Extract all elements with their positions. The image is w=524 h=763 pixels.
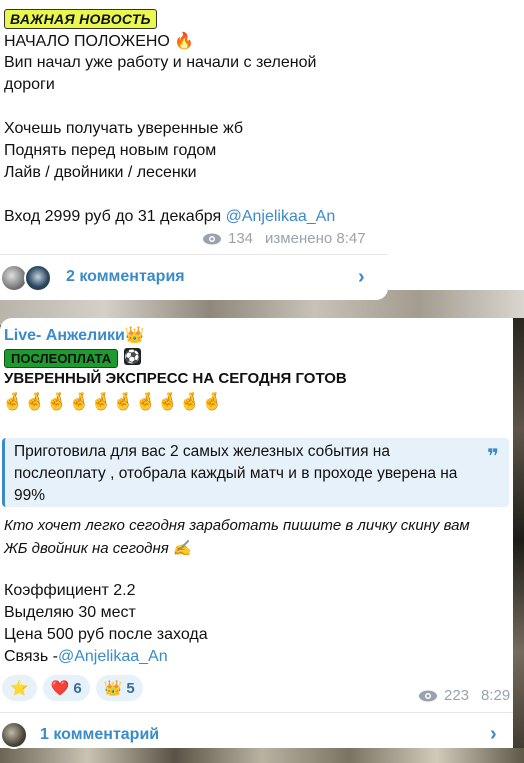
- comments-button[interactable]: 2 комментария: [66, 268, 185, 286]
- entry-price-text: Вход 2999 руб до 31 декабря: [4, 208, 226, 225]
- crown-icon: 👑: [103, 680, 123, 697]
- headline: УВЕРЕННЫЙ ЭКСПРЕСС НА СЕГОДНЯ ГОТОВ: [4, 370, 347, 387]
- background-top: [388, 0, 524, 305]
- message-line: Цена 500 руб после захода: [4, 626, 208, 643]
- eye-icon: [419, 690, 437, 701]
- divider: [0, 254, 388, 255]
- quote-text: Приготовила для вас 2 самых железных соб…: [14, 443, 458, 504]
- reaction-count: 6: [73, 679, 82, 697]
- quote-icon: ❞: [487, 446, 499, 468]
- reaction-star[interactable]: ⭐: [2, 675, 37, 701]
- comments-label: 1 комментарий: [40, 726, 160, 743]
- message-line: Вход 2999 руб до 31 декабря @Anjelikaa_A…: [4, 206, 335, 228]
- message-meta: 223 8:29: [418, 687, 510, 704]
- soccer-ball-icon: ⚽: [124, 348, 141, 365]
- post-time: 8:29: [481, 687, 511, 704]
- reaction-heart[interactable]: ❤️ 6: [42, 675, 90, 701]
- message-meta: 134 изменено 8:47: [202, 230, 366, 247]
- message-line: Коэффициент 2.2: [4, 582, 136, 599]
- channel-name[interactable]: Live- Анжелики👑: [4, 325, 145, 345]
- message-line: Хочешь получать уверенные жб: [4, 120, 244, 137]
- message-line: Поднять перед новым годом: [4, 142, 217, 159]
- important-news-badge: ВАЖНАЯ НОВОСТЬ: [4, 9, 157, 29]
- reactions-bar: ⭐ ❤️ 6 👑 5: [2, 675, 143, 701]
- message-line: НАЧАЛО ПОЛОЖЕНО 🔥: [4, 33, 195, 50]
- reaction-count: 5: [126, 679, 135, 697]
- views-count: 223: [444, 687, 470, 704]
- chevron-right-icon[interactable]: ›: [490, 723, 497, 746]
- divider: [0, 712, 513, 713]
- message-line: Вип начал уже работу и начали с зеленой: [4, 54, 317, 71]
- quote-block: Приготовила для вас 2 самых железных соб…: [2, 438, 509, 507]
- comments-button[interactable]: 1 комментарий: [40, 726, 159, 744]
- comments-label: 2 комментария: [66, 268, 185, 285]
- contact-label: Связь -: [4, 648, 58, 665]
- fingers-crossed-emoji-row: 🤞🤞🤞🤞🤞🤞🤞🤞🤞🤞: [2, 392, 224, 411]
- edited-time: изменено 8:47: [265, 230, 366, 247]
- message-line: дороги: [4, 76, 55, 93]
- italic-line: ЖБ двойник на сегодня ✍️: [4, 540, 192, 557]
- message-line: Связь -@Anjelikaa_An: [4, 646, 168, 668]
- background-bottom: [0, 748, 524, 763]
- author-link[interactable]: @Anjelikaa_An: [226, 208, 336, 225]
- message-line: Выделяю 30 мест: [4, 604, 136, 621]
- background-right: [513, 318, 524, 763]
- italic-line: Кто хочет легко сегодня заработать пишит…: [4, 517, 470, 534]
- avatar: [24, 264, 52, 292]
- message-card-1[interactable]: ВАЖНАЯ НОВОСТЬ НАЧАЛО ПОЛОЖЕНО 🔥 Вип нач…: [0, 0, 388, 300]
- postpay-badge: ПОСЛЕОПЛАТА: [4, 349, 119, 368]
- avatar: [0, 721, 28, 749]
- views-count: 134: [228, 230, 254, 247]
- reaction-crown[interactable]: 👑 5: [95, 675, 143, 701]
- heart-icon: ❤️: [50, 680, 70, 697]
- eye-icon: [203, 233, 221, 244]
- star-icon: ⭐: [10, 680, 29, 697]
- chevron-right-icon[interactable]: ›: [358, 266, 365, 289]
- message-line: Лайв / двойники / лесенки: [4, 164, 197, 181]
- author-link[interactable]: @Anjelikaa_An: [58, 648, 168, 665]
